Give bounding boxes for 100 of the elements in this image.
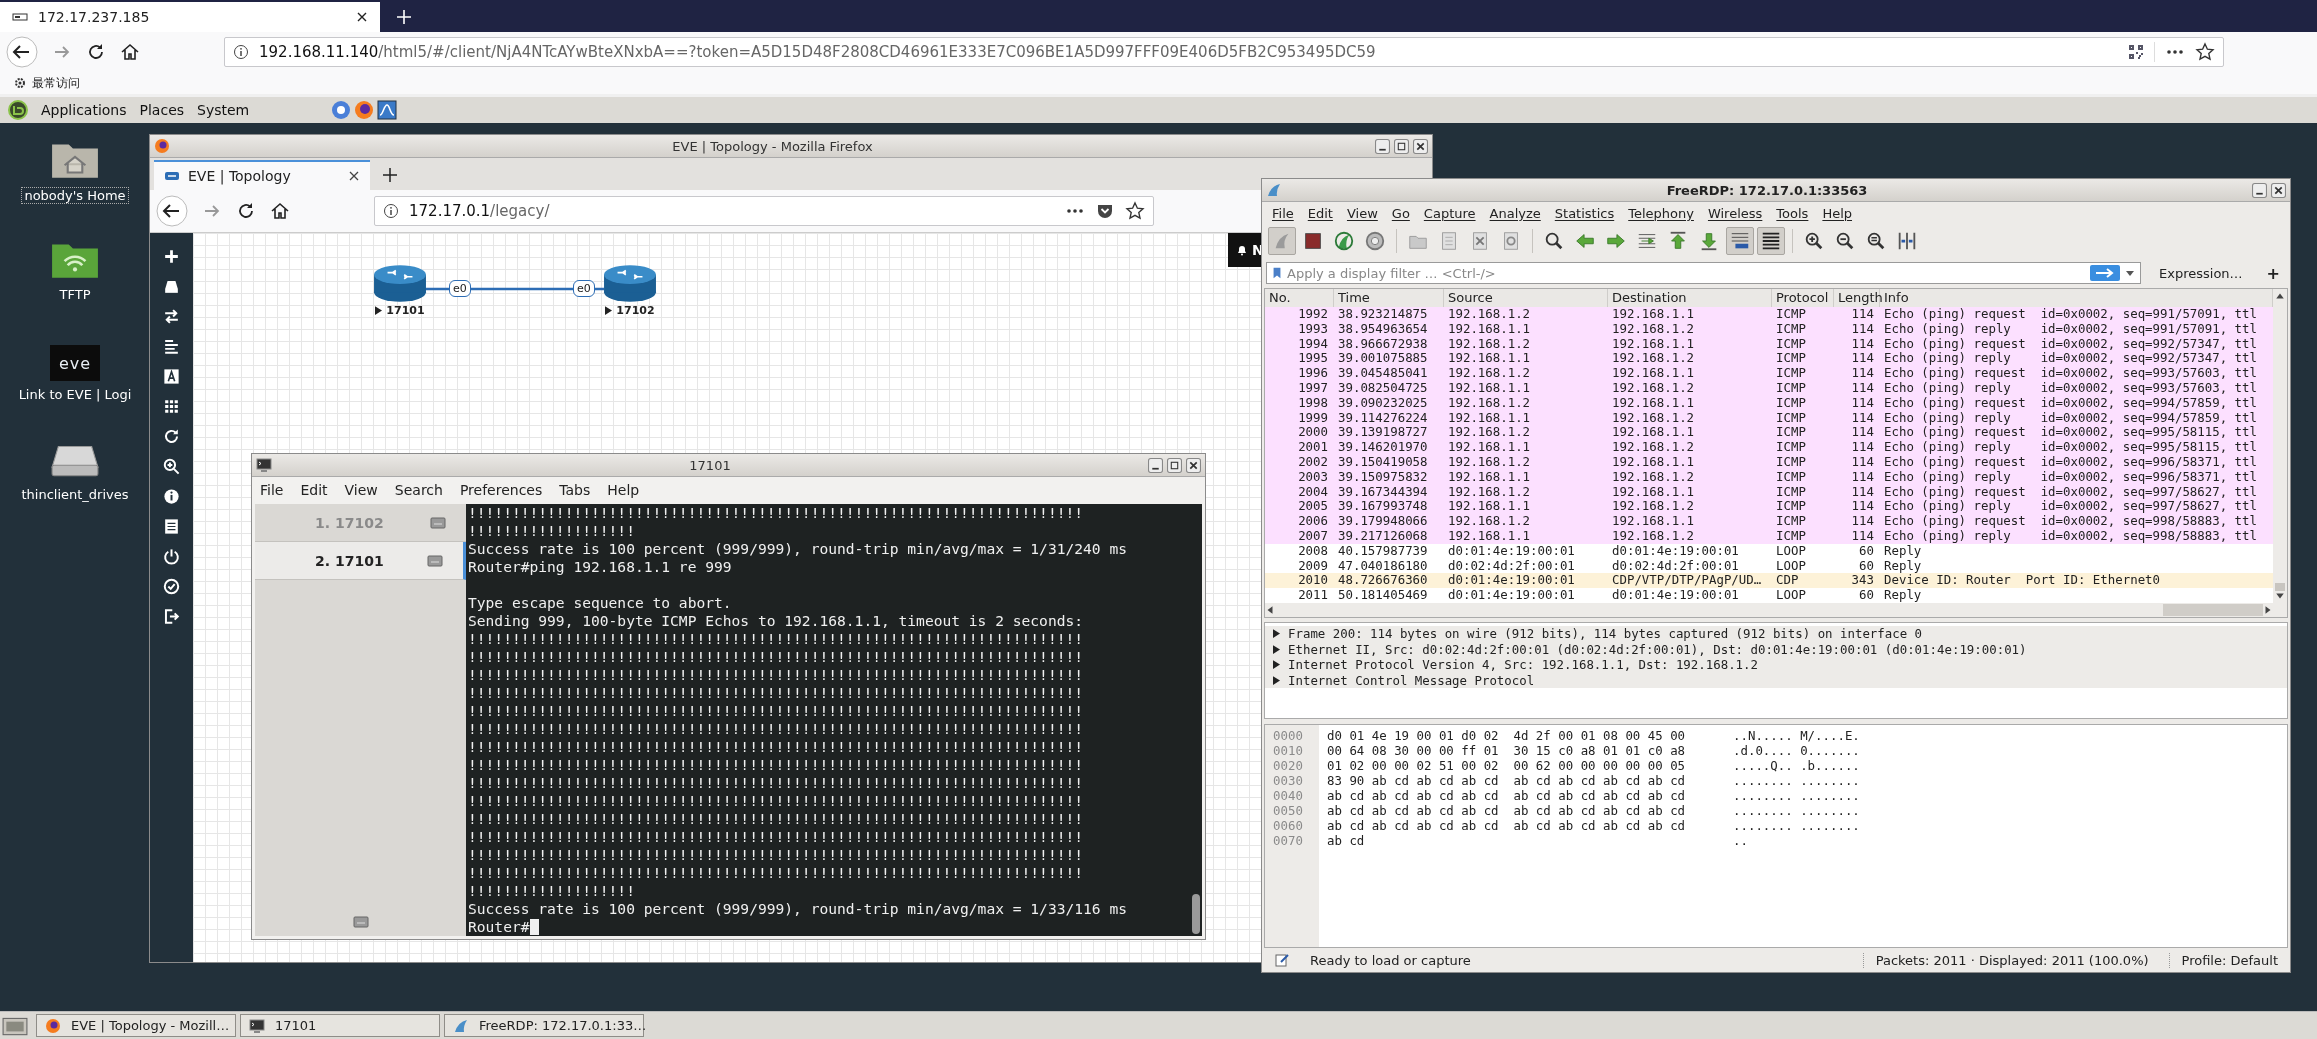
grid-icon[interactable] bbox=[162, 397, 181, 416]
reload-icon[interactable] bbox=[86, 42, 106, 62]
refresh-icon[interactable] bbox=[162, 427, 181, 446]
maximize-icon[interactable] bbox=[1167, 457, 1182, 473]
scroll-thumb[interactable] bbox=[2275, 582, 2285, 591]
expander-icon[interactable] bbox=[1273, 644, 1280, 654]
menu-item[interactable]: View bbox=[344, 481, 378, 498]
menu-item[interactable]: Preferences bbox=[459, 481, 543, 498]
scroll-thumb[interactable] bbox=[2163, 603, 2263, 616]
add-filter-button[interactable]: + bbox=[2260, 263, 2286, 283]
menu-item[interactable]: Search bbox=[394, 481, 443, 498]
add-icon[interactable] bbox=[162, 247, 181, 266]
session-tab[interactable]: 2. 17101 bbox=[255, 542, 466, 580]
expression-button[interactable]: Expression… bbox=[2153, 263, 2249, 283]
minimize-icon[interactable] bbox=[1148, 457, 1163, 473]
menu-item[interactable]: Help bbox=[607, 481, 640, 498]
bookmark-link[interactable]: 最常访问 bbox=[32, 74, 80, 92]
scroll-thumb[interactable] bbox=[1192, 894, 1200, 934]
star-icon[interactable] bbox=[1125, 201, 1145, 221]
expander-icon[interactable] bbox=[1273, 629, 1280, 639]
packet-row[interactable]: 2010 48.726676360 d0:01:4e:19:00:01 CDP/VTP/DTP/PAgP/UD… CDP 343 Device ID: Router Port ID: Ethernet0 bbox=[1265, 573, 2273, 589]
eve-logo[interactable]: eve bbox=[50, 345, 100, 381]
reload-icon[interactable] bbox=[236, 201, 256, 221]
desktop-icon-label[interactable]: thinclient_drives bbox=[21, 487, 129, 502]
panel-menu[interactable]: Places bbox=[139, 102, 185, 118]
scrollbar[interactable] bbox=[1190, 504, 1202, 936]
home-icon[interactable] bbox=[120, 42, 140, 62]
menu-item[interactable]: Tabs bbox=[559, 481, 591, 498]
minimize-icon[interactable] bbox=[2252, 182, 2267, 198]
menu-item[interactable]: Tools bbox=[1776, 205, 1809, 221]
menu-item[interactable]: Wireless bbox=[1707, 205, 1763, 221]
close-icon[interactable] bbox=[1186, 457, 1201, 473]
font-icon[interactable] bbox=[162, 367, 181, 386]
back-icon[interactable] bbox=[6, 36, 38, 68]
menu-item[interactable]: Help bbox=[1822, 205, 1852, 221]
scrollbar[interactable] bbox=[2273, 289, 2287, 617]
desktop-icon-label[interactable]: Link to EVE | Logi bbox=[18, 387, 132, 402]
packet-row[interactable]: 2000 39.139198727 192.168.1.2 192.168.1.1 ICMP 114 Echo (ping) request id=0x0002, seq=995/58115, ttl bbox=[1265, 425, 2273, 441]
menu-item[interactable]: Analyze bbox=[1489, 205, 1541, 221]
panel-menu[interactable]: Applications bbox=[41, 102, 127, 118]
packet-row[interactable]: 2005 39.167993748 192.168.1.1 192.168.1.2 ICMP 114 Echo (ping) reply id=0x0002, seq=997/58627, ttl bbox=[1265, 499, 2273, 515]
home-icon[interactable] bbox=[270, 201, 290, 221]
menu-item[interactable]: View bbox=[1346, 205, 1378, 221]
display-filter-field[interactable]: Apply a display filter … <Ctrl-/> bbox=[1266, 262, 2141, 284]
node-label[interactable]: 17101 bbox=[375, 304, 425, 317]
expander-icon[interactable] bbox=[1273, 660, 1280, 670]
taskbar-button[interactable]: FreeRDP: 172.17.0.1:33… bbox=[444, 1014, 644, 1037]
panel-menu[interactable]: System bbox=[197, 102, 250, 118]
packet-row[interactable]: 1996 39.045485041 192.168.1.2 192.168.1.1 ICMP 114 Echo (ping) request id=0x0002, seq=993/57603, ttl bbox=[1265, 366, 2273, 381]
close-icon[interactable] bbox=[356, 11, 368, 23]
close-icon[interactable] bbox=[348, 170, 360, 182]
packet-row[interactable]: 2006 39.179948066 192.168.1.2 192.168.1.1 ICMP 114 Echo (ping) request id=0x0002, seq=998/58883, ttl bbox=[1265, 514, 2273, 529]
desktop-icon-label[interactable]: nobody's Home bbox=[21, 187, 129, 204]
url-field[interactable]: 192.168.11.140/html5/#/client/NjA4NTcAYwBteXNxbA==?token=A5D15D48F2808CD46961E333E7C096BE1A5D997FFF09E406D5FB2C953495DC59 bbox=[224, 37, 2224, 67]
menu-item[interactable]: Statistics bbox=[1554, 205, 1615, 221]
edit-note-icon[interactable] bbox=[1274, 952, 1290, 968]
terminal-screen[interactable] bbox=[466, 504, 1190, 936]
taskbar-button[interactable]: 17101 bbox=[240, 1014, 440, 1037]
menu-item[interactable]: Capture bbox=[1423, 205, 1476, 221]
packet-row[interactable]: 1995 39.001075885 192.168.1.1 192.168.1.2 ICMP 114 Echo (ping) reply id=0x0002, seq=992/57347, ttl bbox=[1265, 351, 2273, 367]
menu-item[interactable]: Edit bbox=[300, 481, 328, 498]
star-icon[interactable] bbox=[2195, 42, 2215, 62]
power-icon[interactable] bbox=[162, 547, 181, 566]
profile-label[interactable]: Profile: Default bbox=[2168, 952, 2278, 968]
close-icon[interactable] bbox=[1413, 138, 1428, 154]
menu-item[interactable]: Telephony bbox=[1628, 205, 1694, 221]
taskbar-button[interactable]: EVE | Topology - Mozill… bbox=[36, 1014, 236, 1037]
exchange-icon[interactable] bbox=[162, 307, 181, 326]
menu-item[interactable]: Go bbox=[1391, 205, 1410, 221]
wave-launcher-icon[interactable] bbox=[377, 100, 398, 120]
minimize-icon[interactable] bbox=[1375, 138, 1390, 154]
menu-item[interactable]: File bbox=[1272, 205, 1294, 221]
session-icon[interactable] bbox=[352, 914, 369, 930]
bookmark-icon[interactable] bbox=[1271, 267, 1283, 279]
expander-icon[interactable] bbox=[1273, 675, 1280, 685]
filter-input[interactable]: Apply a display filter … <Ctrl-/> bbox=[1287, 265, 2086, 281]
router-icon[interactable] bbox=[373, 263, 427, 303]
router-icon[interactable] bbox=[603, 263, 657, 303]
desktop-icon-label[interactable]: TFTP bbox=[59, 287, 91, 302]
back-icon[interactable] bbox=[156, 195, 188, 227]
browser-tab[interactable]: EVE | Topology bbox=[154, 160, 370, 190]
arrow-right-icon[interactable] bbox=[2090, 265, 2120, 281]
qr-code-icon[interactable] bbox=[2128, 44, 2144, 60]
packet-row[interactable]: 1992 38.923214875 192.168.1.2 192.168.1.1 ICMP 114 Echo (ping) request id=0x0002, seq=991/57091, ttl bbox=[1265, 307, 2273, 322]
info-icon[interactable] bbox=[162, 487, 181, 506]
zoom-in-icon[interactable] bbox=[162, 457, 181, 476]
sign-out-icon[interactable] bbox=[162, 607, 181, 626]
node-label[interactable]: 17102 bbox=[605, 304, 655, 317]
toolbar-button[interactable] bbox=[1757, 227, 1785, 255]
browser-tab[interactable]: 172.17.237.185 bbox=[0, 2, 380, 32]
menu-item[interactable]: Edit bbox=[1307, 205, 1333, 221]
browser-launcher-icon[interactable] bbox=[331, 100, 352, 120]
check-circle-icon[interactable] bbox=[162, 577, 181, 596]
list-icon[interactable] bbox=[162, 517, 181, 536]
scroll-up-icon[interactable] bbox=[2275, 291, 2285, 301]
maximize-icon[interactable] bbox=[1394, 138, 1409, 154]
packet-row[interactable]: 2001 39.146201970 192.168.1.1 192.168.1.2 ICMP 114 Echo (ping) reply id=0x0002, seq=995/58115, ttl bbox=[1265, 440, 2273, 455]
url-field[interactable]: 172.17.0.1/legacy/ bbox=[374, 196, 1154, 226]
new-tab-icon[interactable] bbox=[382, 167, 398, 183]
close-icon[interactable] bbox=[2271, 182, 2286, 198]
